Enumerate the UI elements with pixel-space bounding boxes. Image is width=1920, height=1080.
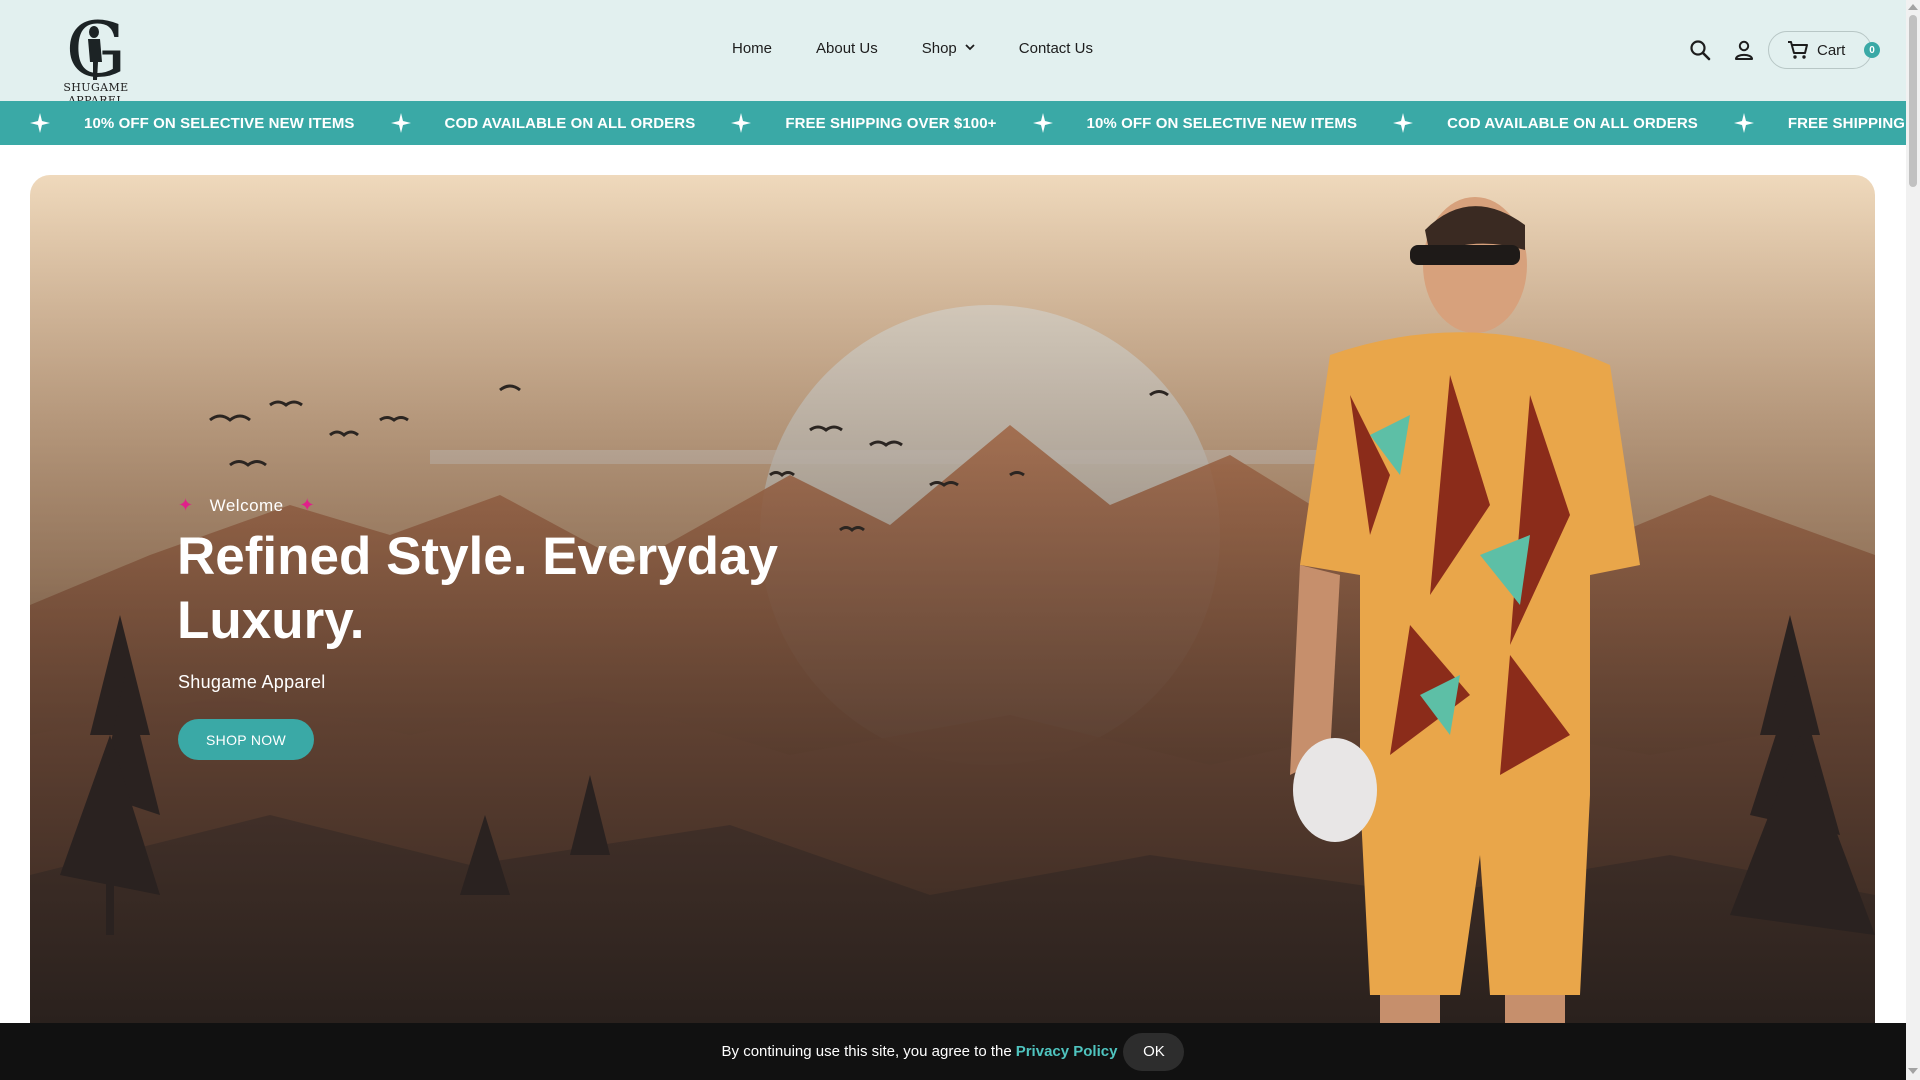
nav-shop[interactable]: Shop [922, 40, 975, 57]
logo-mark: G [66, 5, 127, 94]
ticker-item: COD AVAILABLE ON ALL ORDERS [444, 114, 696, 132]
search-button[interactable] [1686, 36, 1714, 64]
ticker-item: FREE SHIPPING OVER $100+ [785, 114, 997, 132]
ticker-row: 10% OFF ON SELECTIVE NEW ITEMS COD AVAIL… [30, 101, 1906, 145]
user-icon [1735, 40, 1753, 60]
hero-eyebrow: ✦ Welcome ✦ [178, 495, 315, 516]
sparkle-icon [30, 113, 50, 133]
ticker-item: 10% OFF ON SELECTIVE NEW ITEMS [84, 114, 355, 132]
main-nav: Home About Us Shop Contact Us [732, 40, 1137, 57]
hero-subtitle: Shugame Apparel [178, 672, 326, 692]
promo-ticker: 10% OFF ON SELECTIVE NEW ITEMS COD AVAIL… [0, 101, 1906, 145]
sparkle-icon [1032, 113, 1053, 133]
nav-home-label: Home [732, 40, 773, 57]
hero-title: Refined Style. Everyday Luxury. [177, 527, 778, 650]
scrollbar-thumb[interactable] [1909, 15, 1917, 187]
ticker-item: 10% OFF ON SELECTIVE NEW ITEMS [1086, 114, 1358, 132]
account-button[interactable] [1730, 36, 1758, 64]
nav-home[interactable]: Home [732, 40, 772, 57]
hero-banner: ✦ Welcome ✦ Refined Style. Everyday Luxu… [30, 175, 1875, 1080]
cart-button[interactable]: Cart 0 [1768, 31, 1880, 69]
site-header: G SHUGAME APPAREL Home About Us Shop Con… [0, 0, 1906, 107]
brand-logo[interactable]: G SHUGAME APPAREL [36, 5, 156, 107]
cart-label: Cart [1817, 41, 1846, 59]
nav-about-label: About Us [816, 40, 878, 57]
search-icon [1690, 40, 1711, 61]
nav-shop-label: Shop [921, 40, 957, 57]
scroll-up-arrow-icon[interactable] [1908, 4, 1918, 10]
cookie-consent-bar: By continuing use this site, you agree t… [0, 1023, 1906, 1080]
hero-eyebrow-label: Welcome [209, 495, 284, 515]
shop-now-button[interactable]: SHOP NOW [178, 719, 314, 760]
ticker-item: COD AVAILABLE ON ALL ORDERS [1447, 114, 1698, 132]
sparkle-icon [731, 113, 752, 133]
cart-icon [1788, 41, 1808, 59]
sparkle-icon: ✦ [299, 495, 316, 515]
sparkle-icon [390, 113, 411, 133]
cookie-text: By continuing use this site, you agree t… [721, 1043, 1012, 1060]
chevron-down-icon [965, 43, 975, 54]
nav-about-us[interactable]: About Us [816, 40, 878, 57]
sparkle-icon [1393, 113, 1414, 133]
nav-contact-label: Contact Us [1018, 40, 1093, 57]
nav-contact-us[interactable]: Contact Us [1019, 40, 1093, 57]
ticker-item: FREE SHIPPING OVER $100+ [1787, 114, 1906, 132]
sparkle-icon [1733, 113, 1754, 133]
cart-count-badge: 0 [1864, 42, 1880, 58]
sparkle-icon: ✦ [178, 495, 194, 515]
cookie-ok-button[interactable]: OK [1123, 1032, 1185, 1071]
privacy-policy-link[interactable]: Privacy Policy [1016, 1043, 1118, 1060]
scroll-down-arrow-icon[interactable] [1908, 1068, 1918, 1074]
